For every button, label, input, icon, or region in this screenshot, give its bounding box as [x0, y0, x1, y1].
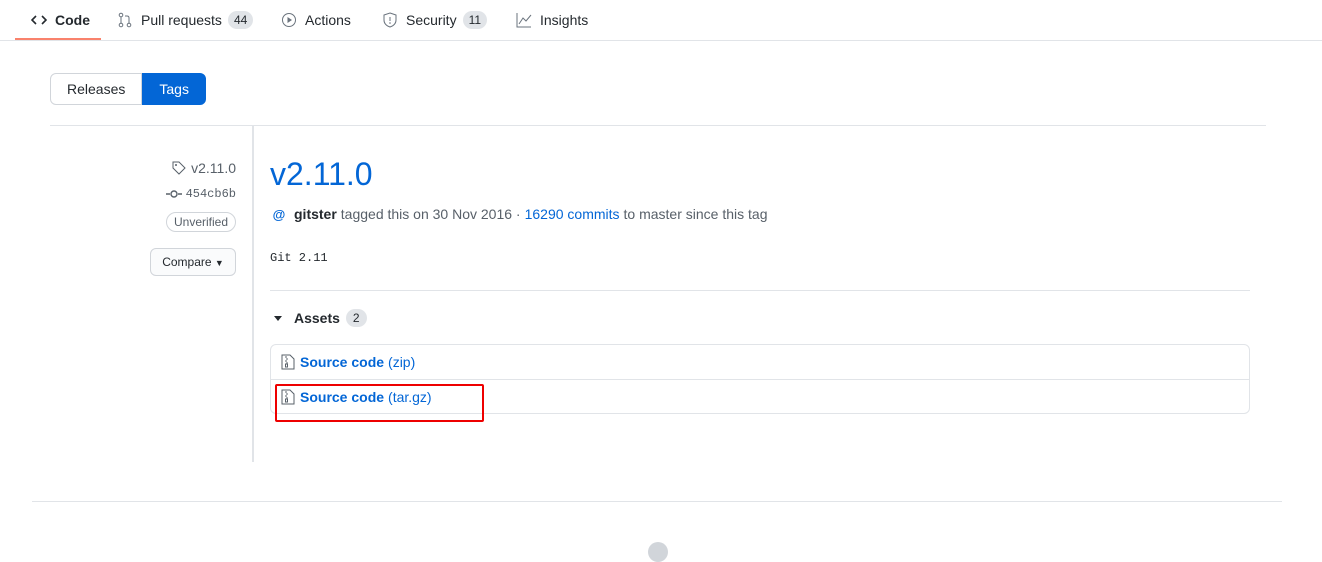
pull-request-icon	[117, 12, 133, 28]
tab-label: Pull requests	[141, 12, 222, 28]
assets-toggle[interactable]: Assets 2	[270, 309, 367, 327]
asset-row[interactable]: Source code (zip)	[271, 345, 1249, 380]
graph-icon	[516, 12, 532, 28]
tab-insights[interactable]: Insights	[516, 0, 588, 40]
security-count: 11	[462, 11, 488, 29]
releases-button[interactable]: Releases	[50, 73, 143, 105]
commit-sha: 454cb6b	[185, 187, 236, 201]
avatar[interactable]: @	[270, 205, 288, 223]
tag-name: v2.11.0	[191, 160, 236, 176]
play-icon	[281, 12, 297, 28]
footer-logo-icon	[648, 542, 668, 562]
author-link[interactable]: gitster	[294, 206, 337, 222]
tag-icon	[171, 160, 187, 176]
tab-actions[interactable]: Actions	[281, 0, 351, 40]
footer-divider	[32, 501, 1282, 502]
commit-icon	[165, 188, 182, 200]
verification-badge[interactable]: Unverified	[166, 212, 236, 232]
asset-name[interactable]: Source code	[300, 354, 384, 370]
tab-label: Code	[55, 12, 90, 28]
assets-label: Assets	[294, 310, 340, 326]
repo-nav: Code Pull requests 44 Actions Security 1…	[0, 0, 1322, 41]
tagged-text: tagged this on 30 Nov 2016 ·	[340, 206, 521, 222]
tab-label: Security	[406, 12, 457, 28]
commit-link[interactable]: 454cb6b	[165, 187, 236, 201]
asset-ext[interactable]: (zip)	[388, 354, 415, 370]
assets-count: 2	[345, 309, 367, 327]
releases-tags-toggle: Releases Tags	[50, 73, 206, 105]
divider	[50, 125, 1266, 126]
code-icon	[31, 12, 47, 28]
tab-label: Actions	[305, 12, 351, 28]
compare-label: Compare	[162, 255, 212, 269]
commits-link[interactable]: 16290 commits	[525, 206, 620, 222]
highlight-box	[275, 384, 484, 422]
file-zip-icon	[281, 354, 295, 370]
caret-down-icon: ▼	[214, 258, 224, 268]
active-tab-indicator	[15, 38, 101, 40]
divider	[270, 290, 1250, 291]
tab-pull-requests[interactable]: Pull requests 44	[117, 0, 254, 40]
tab-code[interactable]: Code	[31, 0, 90, 40]
release-title[interactable]: v2.11.0	[270, 156, 373, 193]
tag-label[interactable]: v2.11.0	[171, 160, 236, 176]
release-description: Git 2.11	[270, 251, 328, 265]
shield-icon	[382, 12, 398, 28]
compare-button[interactable]: Compare ▼	[150, 248, 236, 276]
pull-requests-count: 44	[227, 11, 254, 29]
tags-button[interactable]: Tags	[142, 73, 206, 105]
caret-down-icon	[274, 315, 282, 321]
timeline-line	[252, 126, 254, 462]
tab-label: Insights	[540, 12, 589, 28]
since-text: to master since this tag	[623, 206, 768, 222]
tab-security[interactable]: Security 11	[382, 0, 488, 40]
release-meta: @ gitster tagged this on 30 Nov 2016 · 1…	[270, 205, 768, 223]
